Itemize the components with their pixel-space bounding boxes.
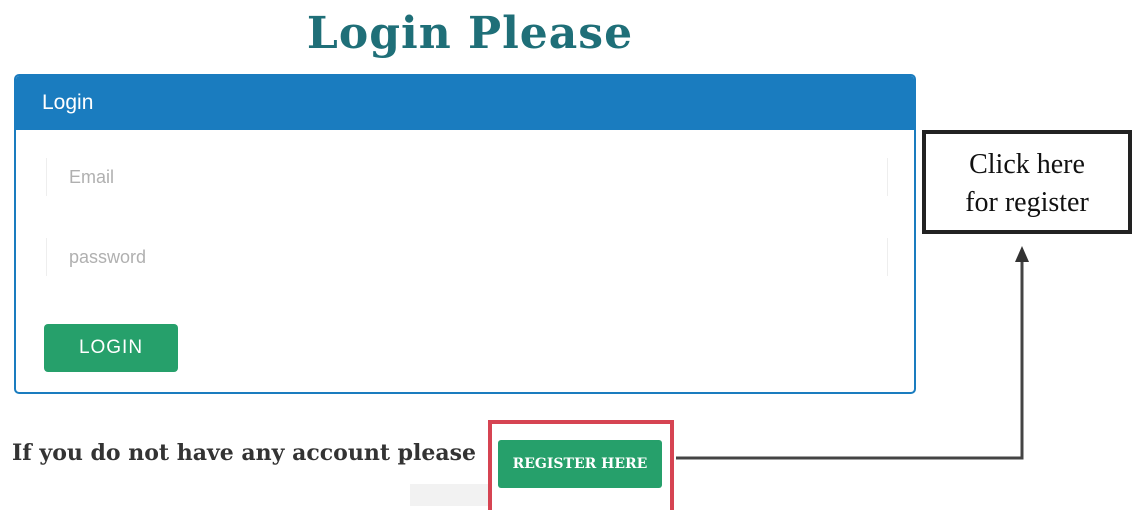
arrowhead-icon — [1015, 246, 1029, 262]
register-button[interactable]: REGISTER HERE — [498, 440, 662, 488]
register-prompt-text: If you do not have any account please — [12, 440, 477, 466]
divider-strip — [410, 484, 490, 506]
connector-line — [676, 258, 1024, 460]
